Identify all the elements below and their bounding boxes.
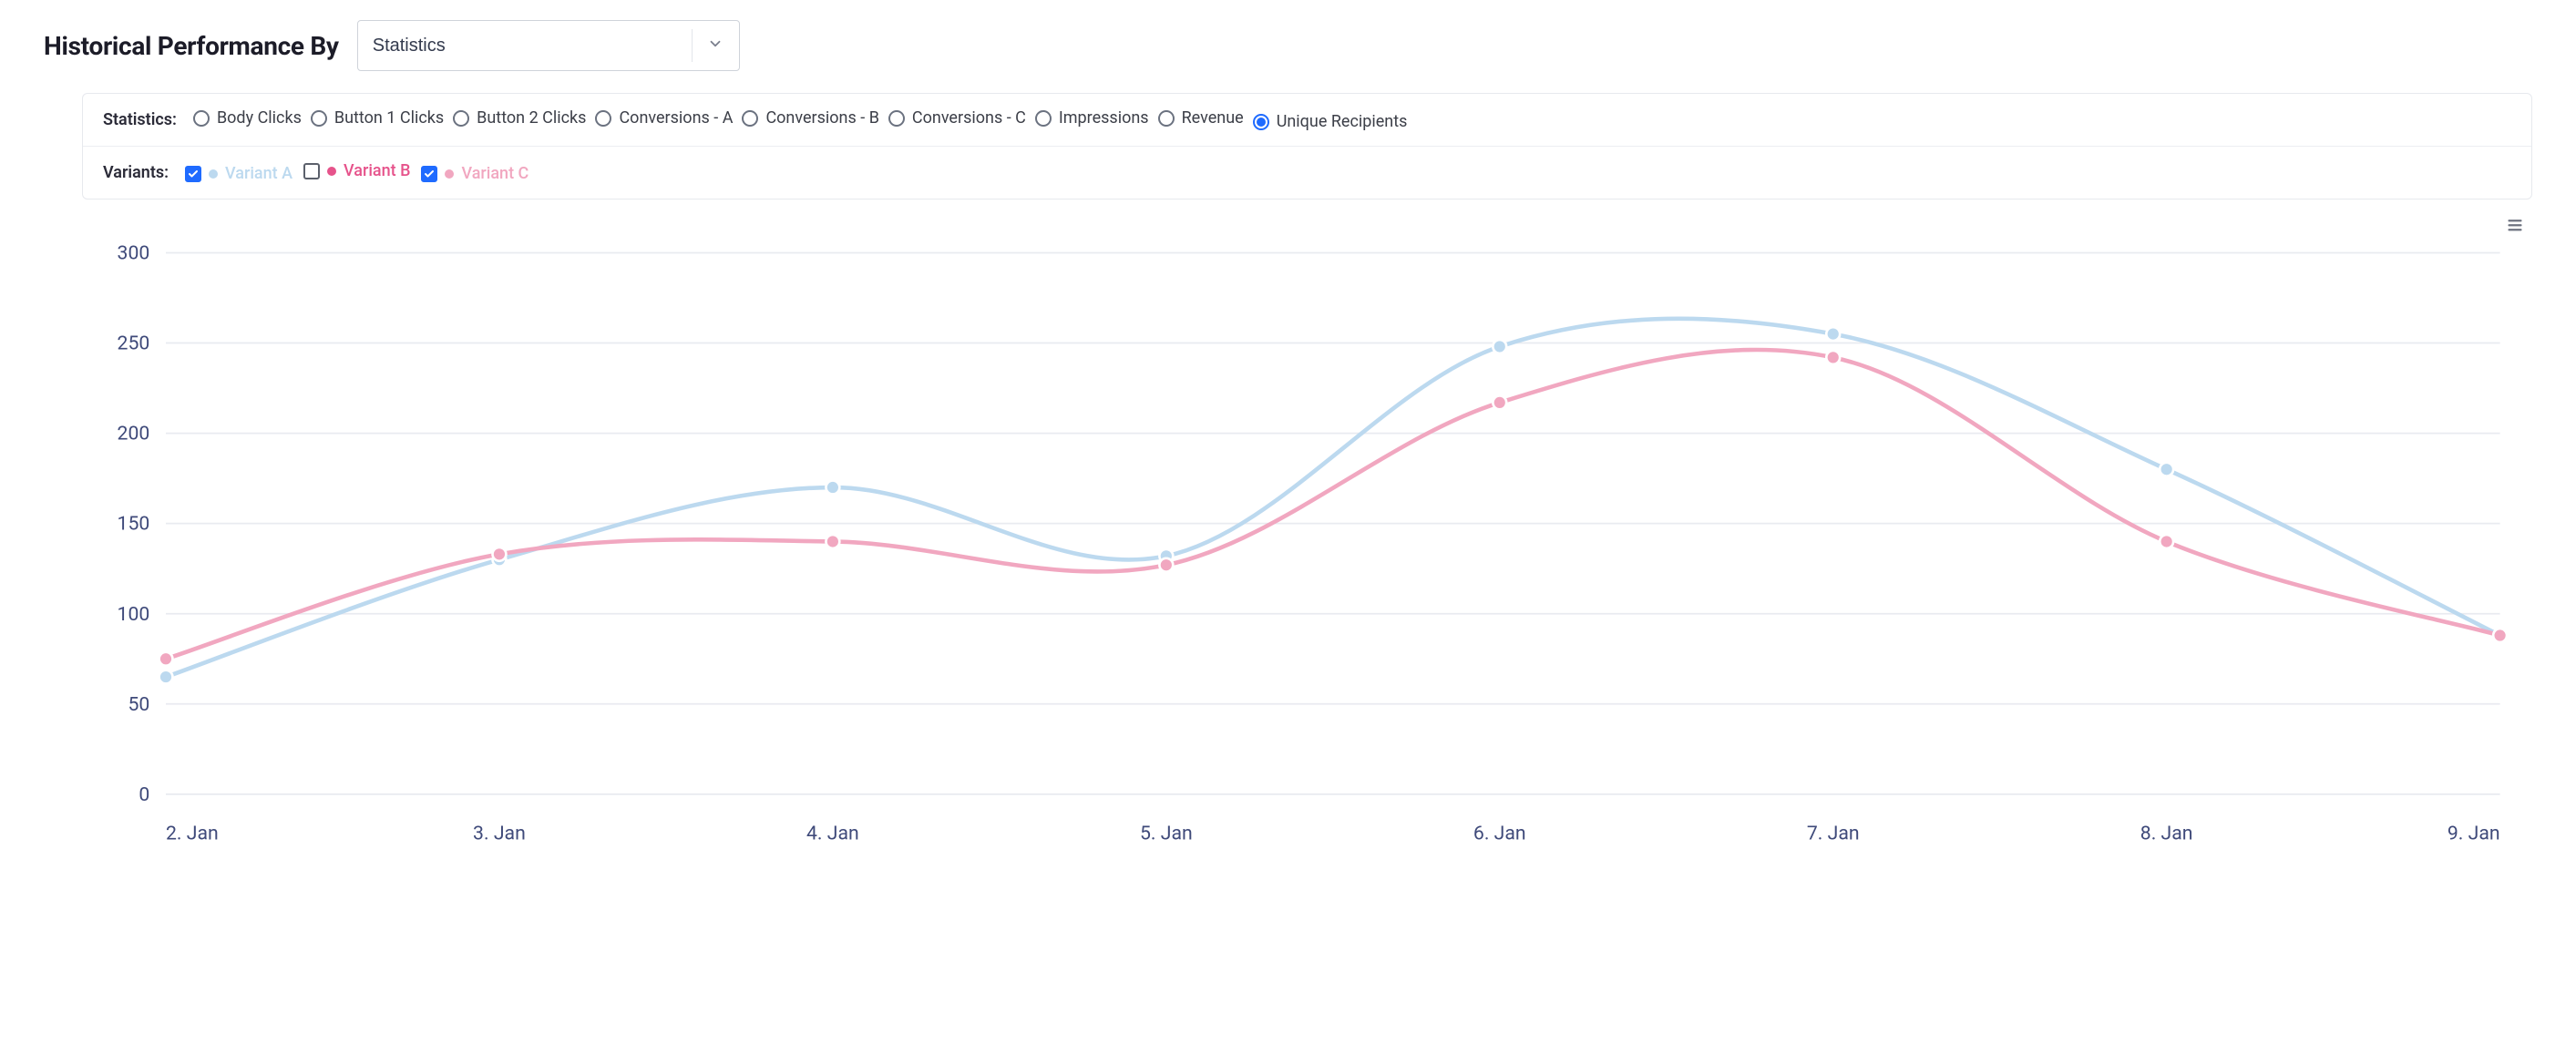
- x-tick-label: 8. Jan: [2140, 822, 2193, 844]
- radio-icon: [1253, 114, 1269, 130]
- y-tick-label: 250: [118, 332, 150, 354]
- statistic-radio[interactable]: Body Clicks: [193, 108, 302, 128]
- x-tick-label: 3. Jan: [473, 822, 526, 844]
- checkbox-icon: [185, 166, 201, 182]
- statistic-radio-label: Revenue: [1182, 108, 1244, 128]
- statistic-radio[interactable]: Conversions - C: [888, 108, 1026, 128]
- x-tick-label: 5. Jan: [1140, 822, 1193, 844]
- statistic-radio-label: Unique Recipients: [1277, 112, 1408, 131]
- variant-checkbox[interactable]: Variant B: [303, 161, 410, 180]
- checkbox-icon: [303, 163, 320, 179]
- hamburger-icon: [2505, 216, 2525, 234]
- y-tick-label: 100: [118, 602, 150, 625]
- variant-label: Variant C: [461, 164, 529, 183]
- statistic-radio-label: Conversions - C: [912, 108, 1026, 128]
- y-tick-label: 300: [118, 241, 150, 264]
- variant-checkbox[interactable]: Variant A: [185, 164, 292, 183]
- statistic-radio-label: Impressions: [1059, 108, 1149, 128]
- statistic-radio-label: Conversions - A: [619, 108, 733, 128]
- x-tick-label: 7. Jan: [1807, 822, 1860, 844]
- radio-icon: [742, 110, 758, 127]
- radio-icon: [595, 110, 611, 127]
- statistic-radio[interactable]: Revenue: [1158, 108, 1244, 128]
- variant-swatch: [209, 169, 218, 179]
- y-tick-label: 200: [118, 422, 150, 445]
- radio-icon: [193, 110, 210, 127]
- statistic-radio-label: Button 1 Clicks: [334, 108, 444, 128]
- radio-icon: [1035, 110, 1052, 127]
- statistic-radio-label: Body Clicks: [217, 108, 302, 128]
- series-point: [1826, 327, 1840, 341]
- series-point: [493, 547, 507, 560]
- chart-container: 0 50 100 150 200 250 300 2. Jan 3. Jan 4. Jan 5. J…: [82, 214, 2532, 859]
- series-point: [2493, 629, 2507, 642]
- x-tick-label: 9. Jan: [2448, 822, 2500, 844]
- series-point: [159, 670, 173, 683]
- y-tick-label: 50: [128, 692, 149, 715]
- statistic-radio-label: Conversions - B: [765, 108, 878, 128]
- statistics-label: Statistics:: [103, 110, 177, 129]
- y-tick-label: 150: [118, 512, 150, 535]
- statistic-radio[interactable]: Conversions - B: [742, 108, 878, 128]
- series-point: [1493, 340, 1506, 353]
- page-title: Historical Performance By: [44, 31, 339, 61]
- radio-icon: [888, 110, 905, 127]
- x-tick-label: 4. Jan: [806, 822, 859, 844]
- variants-label: Variants:: [103, 163, 169, 182]
- x-tick-label: 2. Jan: [166, 822, 219, 844]
- series-point: [159, 651, 173, 665]
- statistic-radio[interactable]: Impressions: [1035, 108, 1149, 128]
- metric-dropdown[interactable]: Statistics: [357, 20, 740, 71]
- series-point: [1826, 350, 1840, 363]
- variant-swatch: [327, 167, 336, 176]
- dropdown-divider: [692, 29, 693, 62]
- radio-icon: [453, 110, 469, 127]
- variant-checkbox[interactable]: Variant C: [421, 164, 529, 183]
- y-tick-label: 0: [139, 783, 149, 805]
- variants-row: Variants: Variant A Variant B Variant C: [83, 146, 2531, 199]
- filter-panel: Statistics: Body Clicks Button 1 Clicks Bu…: [82, 93, 2532, 200]
- statistic-radio-label: Button 2 Clicks: [477, 108, 586, 128]
- performance-chart: 0 50 100 150 200 250 300 2. Jan 3. Jan 4. Jan 5. J…: [82, 214, 2532, 859]
- x-tick-label: 6. Jan: [1473, 822, 1526, 844]
- chart-menu-button[interactable]: [2505, 216, 2525, 238]
- variant-label: Variant A: [225, 164, 292, 183]
- radio-icon: [311, 110, 327, 127]
- series-point: [2160, 462, 2173, 476]
- checkbox-icon: [421, 166, 437, 182]
- radio-icon: [1158, 110, 1175, 127]
- variant-swatch: [445, 169, 454, 179]
- statistic-radio[interactable]: Unique Recipients: [1253, 112, 1408, 131]
- statistic-radio[interactable]: Button 2 Clicks: [453, 108, 586, 128]
- statistic-radio[interactable]: Button 1 Clicks: [311, 108, 444, 128]
- variant-label: Variant B: [344, 161, 410, 180]
- metric-dropdown-button[interactable]: Statistics: [357, 20, 740, 71]
- statistics-row: Statistics: Body Clicks Button 1 Clicks Bu…: [83, 94, 2531, 146]
- series-point: [2160, 535, 2173, 548]
- statistic-radio[interactable]: Conversions - A: [595, 108, 733, 128]
- series-point: [1159, 558, 1173, 571]
- series-line: [166, 349, 2500, 658]
- series-line: [166, 318, 2500, 676]
- series-point: [826, 535, 839, 548]
- series-point: [826, 480, 839, 494]
- series-point: [1493, 395, 1506, 409]
